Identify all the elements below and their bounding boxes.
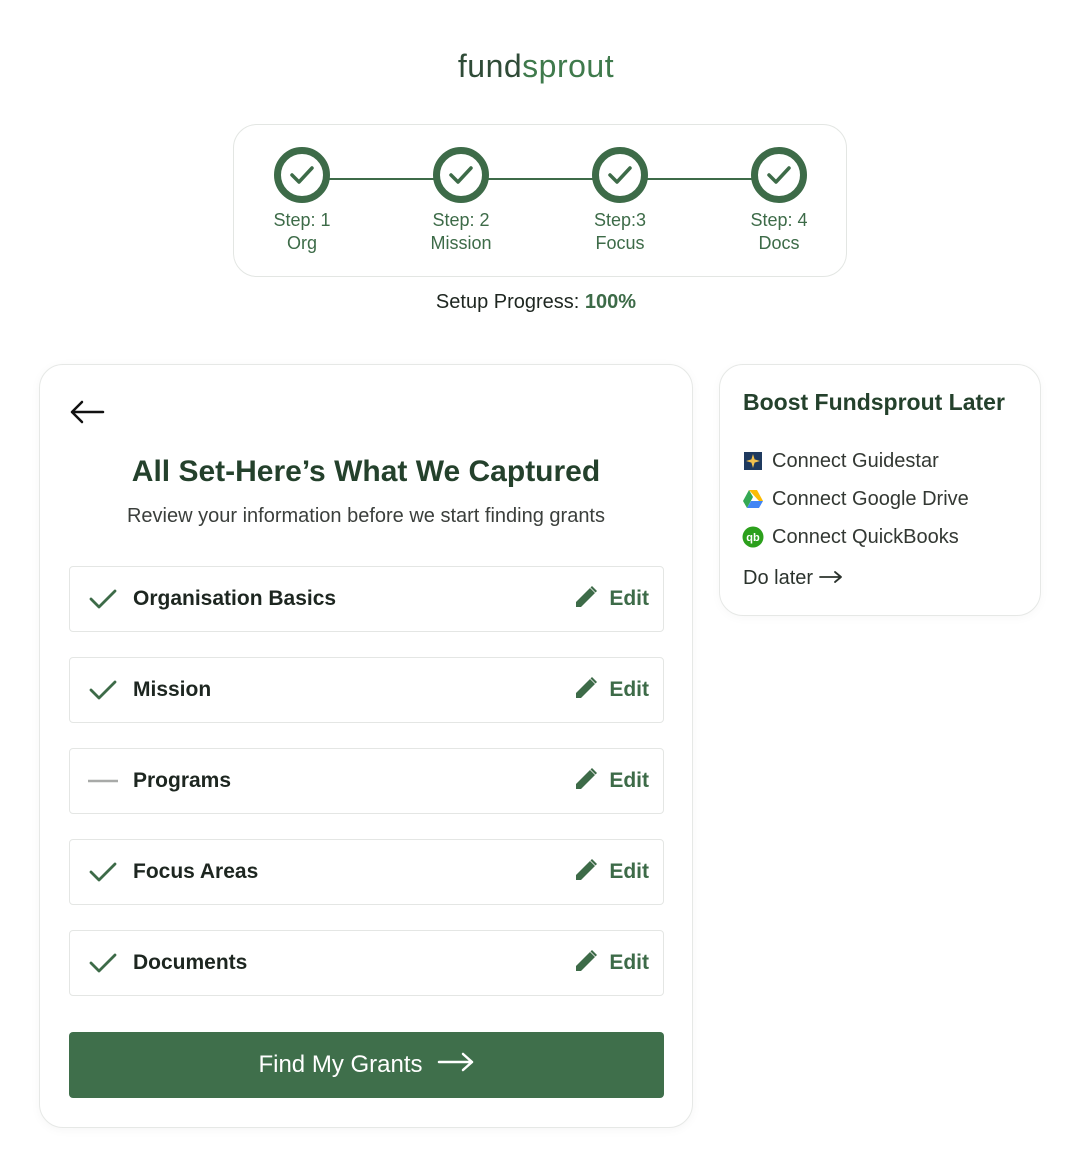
page-title: All Set-Here’s What We Captured [131,455,601,488]
back-arrow-icon[interactable] [68,399,106,425]
check-icon [88,678,118,702]
do-later-label: Do later [743,567,814,589]
edit-button[interactable]: Edit [573,766,649,796]
edit-label: Edit [609,769,649,792]
connect-quickbooks-link[interactable]: qb Connect QuickBooks [742,518,969,556]
boost-title: Boost Fundsprout Later [743,389,1005,415]
step-org[interactable]: Step: 1 Org [242,147,362,255]
step-name: Mission [430,233,492,253]
edit-button[interactable]: Edit [573,584,649,614]
stepper-connector-line [302,178,780,180]
step-mission[interactable]: Step: 2 Mission [401,147,521,255]
review-row-label: Programs [133,769,232,792]
edit-button[interactable]: Edit [573,675,649,705]
integration-label: Connect Guidestar [772,449,939,472]
step-label: Step: 1 Org [242,209,362,255]
setup-stepper: Step: 1 Org Step: 2 Mission Step:3 Focus [233,124,847,277]
pencil-icon [573,948,599,979]
page-subtitle: Review your information before we start … [126,505,605,527]
find-my-grants-button[interactable]: Find My Grants [69,1032,664,1098]
edit-label: Edit [609,951,649,974]
progress-value: 100% [584,291,637,313]
edit-label: Edit [609,587,649,610]
step-number: Step: 2 [432,210,490,230]
integration-label: Connect QuickBooks [772,525,959,548]
fundsprout-logo: fundsprout [0,48,1072,85]
logo-part-sprout: sprout [522,48,615,84]
review-row-label: Focus Areas [133,860,259,883]
pencil-icon [573,584,599,615]
boost-card: Boost Fundsprout Later Connect Guidestar… [719,364,1041,616]
check-circle-icon [751,147,807,203]
step-name: Org [286,233,317,253]
check-icon [88,860,118,884]
step-docs[interactable]: Step: 4 Docs [719,147,839,255]
check-circle-icon [274,147,330,203]
cta-label: Find My Grants [258,1051,423,1078]
check-circle-icon [433,147,489,203]
pencil-icon [573,766,599,797]
edit-button[interactable]: Edit [573,857,649,887]
guidestar-icon [742,450,764,472]
review-row-focus-areas: Focus Areas Edit [69,839,664,905]
connect-google-drive-link[interactable]: Connect Google Drive [742,480,969,518]
progress-label: Setup Progress: [435,291,580,313]
review-row-programs: Programs Edit [69,748,664,814]
svg-text:qb: qb [746,532,760,544]
arrow-right-icon [437,1051,475,1079]
edit-label: Edit [609,860,649,883]
review-row-organisation-basics: Organisation Basics Edit [69,566,664,632]
step-number: Step: 4 [750,210,808,230]
pencil-icon [573,857,599,888]
step-number: Step:3 [593,210,647,230]
edit-button[interactable]: Edit [573,948,649,978]
arrow-right-icon [819,567,843,590]
review-row-label: Documents [133,951,248,974]
edit-label: Edit [609,678,649,701]
step-focus[interactable]: Step:3 Focus [560,147,680,255]
step-name: Docs [758,233,800,253]
integration-label: Connect Google Drive [772,487,969,510]
check-circle-icon [592,147,648,203]
step-name: Focus [595,233,645,253]
pencil-icon [573,675,599,706]
step-label: Step: 2 Mission [401,209,521,255]
connect-guidestar-link[interactable]: Connect Guidestar [742,442,969,480]
google-drive-icon [742,488,764,510]
step-number: Step: 1 [273,210,331,230]
check-icon [88,587,118,611]
quickbooks-icon: qb [742,526,764,548]
integration-list: Connect Guidestar Connect Google Drive q… [742,442,969,556]
onboarding-review-page: fundsprout Step: 1 Org Step: 2 Mission S… [0,0,1072,1176]
check-icon [88,951,118,975]
review-row-label: Mission [133,678,212,701]
dash-icon [88,769,118,793]
review-row-label: Organisation Basics [133,587,337,610]
step-label: Step: 4 Docs [719,209,839,255]
review-row-mission: Mission Edit [69,657,664,723]
do-later-link[interactable]: Do later [743,567,843,590]
review-card: All Set-Here’s What We Captured Review y… [39,364,693,1128]
logo-part-fund: fund [457,48,523,84]
step-label: Step:3 Focus [560,209,680,255]
setup-progress: Setup Progress: 100% [0,291,1072,314]
review-list: Organisation Basics Edit Mission Edit Pr… [69,566,664,1021]
review-row-documents: Documents Edit [69,930,664,996]
